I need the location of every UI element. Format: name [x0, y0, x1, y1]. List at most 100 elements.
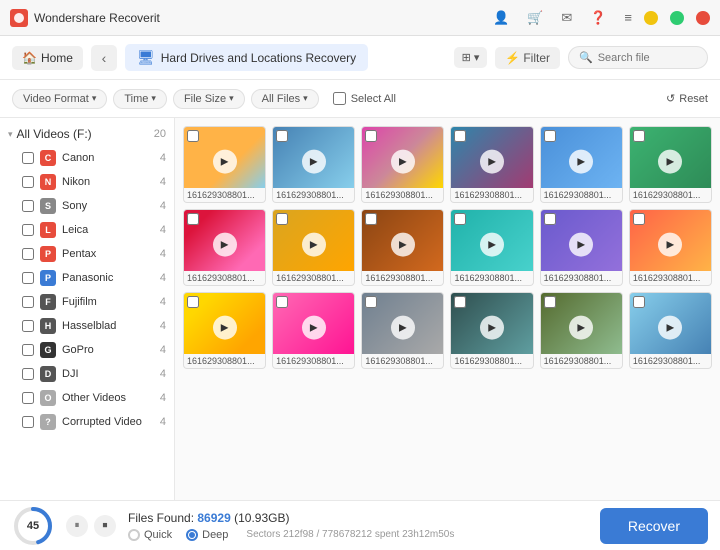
- filter-button[interactable]: ⚡ Filter: [495, 47, 560, 69]
- thumb-checkbox-16[interactable]: [544, 296, 556, 308]
- play-button-2[interactable]: ▶: [391, 150, 415, 174]
- sidebar-checkbox-3[interactable]: [22, 224, 34, 236]
- deep-scan-mode[interactable]: Deep: [186, 529, 228, 541]
- video-thumbnail[interactable]: ▶ 161629308801...: [272, 292, 355, 369]
- play-button-17[interactable]: ▶: [658, 316, 682, 340]
- thumb-checkbox-9[interactable]: [454, 213, 466, 225]
- thumb-checkbox-8[interactable]: [365, 213, 377, 225]
- cart-icon[interactable]: 🛒: [527, 10, 543, 26]
- sidebar-checkbox-4[interactable]: [22, 248, 34, 260]
- video-thumbnail[interactable]: ▶ 161629308801...: [629, 126, 712, 203]
- play-button-8[interactable]: ▶: [391, 233, 415, 257]
- home-button[interactable]: 🏠 Home: [12, 46, 83, 70]
- sidebar-item-fujifilm[interactable]: F Fujifilm 4: [0, 290, 174, 314]
- video-thumbnail[interactable]: ▶ 161629308801...: [183, 209, 266, 286]
- grid-view-toggle[interactable]: ⊞ ▾: [454, 47, 488, 68]
- thumb-checkbox-3[interactable]: [454, 130, 466, 142]
- play-button-16[interactable]: ▶: [569, 316, 593, 340]
- thumb-checkbox-12[interactable]: [187, 296, 199, 308]
- play-button-13[interactable]: ▶: [302, 316, 326, 340]
- select-all-checkbox[interactable]: [333, 92, 346, 105]
- sidebar-checkbox-7[interactable]: [22, 320, 34, 332]
- stop-button[interactable]: ⏹: [94, 515, 116, 537]
- help-icon[interactable]: ❓: [590, 10, 606, 26]
- sidebar-checkbox-1[interactable]: [22, 176, 34, 188]
- thumb-checkbox-2[interactable]: [365, 130, 377, 142]
- play-button-3[interactable]: ▶: [480, 150, 504, 174]
- maximize-button[interactable]: [670, 11, 684, 25]
- sidebar-root[interactable]: ▾ All Videos (F:) 20: [0, 122, 174, 146]
- thumb-checkbox-17[interactable]: [633, 296, 645, 308]
- video-thumbnail[interactable]: ▶ 161629308801...: [361, 126, 444, 203]
- select-all-checkbox-row[interactable]: Select All: [333, 92, 396, 105]
- recover-button[interactable]: Recover: [600, 508, 708, 544]
- play-button-12[interactable]: ▶: [213, 316, 237, 340]
- video-thumbnail[interactable]: ▶ 161629308801...: [272, 126, 355, 203]
- thumb-checkbox-1[interactable]: [276, 130, 288, 142]
- video-thumbnail[interactable]: ▶ 161629308801...: [450, 126, 533, 203]
- mail-icon[interactable]: ✉: [561, 10, 572, 26]
- video-format-filter[interactable]: Video Format ▾: [12, 89, 107, 109]
- video-thumbnail[interactable]: ▶ 161629308801...: [540, 292, 623, 369]
- video-thumbnail[interactable]: ▶ 161629308801...: [540, 126, 623, 203]
- video-thumbnail[interactable]: ▶ 161629308801...: [361, 292, 444, 369]
- video-thumbnail[interactable]: ▶ 161629308801...: [272, 209, 355, 286]
- file-size-filter[interactable]: File Size ▾: [173, 89, 245, 109]
- sidebar-checkbox-6[interactable]: [22, 296, 34, 308]
- sidebar-checkbox-0[interactable]: [22, 152, 34, 164]
- play-button-1[interactable]: ▶: [302, 150, 326, 174]
- quick-scan-mode[interactable]: Quick: [128, 529, 172, 541]
- sidebar-item-hasselblad[interactable]: H Hasselblad 4: [0, 314, 174, 338]
- video-thumbnail[interactable]: ▶ 161629308801...: [629, 292, 712, 369]
- video-thumbnail[interactable]: ▶ 161629308801...: [183, 292, 266, 369]
- sidebar-item-gopro[interactable]: G GoPro 4: [0, 338, 174, 362]
- sidebar-checkbox-5[interactable]: [22, 272, 34, 284]
- minimize-button[interactable]: [644, 11, 658, 25]
- all-files-filter[interactable]: All Files ▾: [251, 89, 319, 109]
- sidebar-item-canon[interactable]: C Canon 4: [0, 146, 174, 170]
- sidebar-item-sony[interactable]: S Sony 4: [0, 194, 174, 218]
- thumb-checkbox-5[interactable]: [633, 130, 645, 142]
- thumb-checkbox-11[interactable]: [633, 213, 645, 225]
- close-button[interactable]: [696, 11, 710, 25]
- play-button-9[interactable]: ▶: [480, 233, 504, 257]
- back-button[interactable]: ‹: [91, 45, 117, 71]
- thumb-checkbox-10[interactable]: [544, 213, 556, 225]
- time-filter[interactable]: Time ▾: [113, 89, 167, 109]
- reset-button[interactable]: ↺ Reset: [666, 92, 708, 105]
- sidebar-item-leica[interactable]: L Leica 4: [0, 218, 174, 242]
- play-button-6[interactable]: ▶: [213, 233, 237, 257]
- play-button-14[interactable]: ▶: [391, 316, 415, 340]
- video-thumbnail[interactable]: ▶ 161629308801...: [450, 209, 533, 286]
- play-button-15[interactable]: ▶: [480, 316, 504, 340]
- sidebar-item-pentax[interactable]: P Pentax 4: [0, 242, 174, 266]
- thumb-checkbox-15[interactable]: [454, 296, 466, 308]
- video-thumbnail[interactable]: ▶ 161629308801...: [183, 126, 266, 203]
- play-button-7[interactable]: ▶: [302, 233, 326, 257]
- thumb-checkbox-4[interactable]: [544, 130, 556, 142]
- sidebar-item-other-videos[interactable]: O Other Videos 4: [0, 386, 174, 410]
- user-icon[interactable]: 👤: [493, 10, 509, 26]
- search-input[interactable]: [598, 52, 697, 64]
- sidebar-checkbox-8[interactable]: [22, 344, 34, 356]
- pause-button[interactable]: ⏸: [66, 515, 88, 537]
- sidebar-item-dji[interactable]: D DJI 4: [0, 362, 174, 386]
- sidebar-checkbox-10[interactable]: [22, 392, 34, 404]
- play-button-4[interactable]: ▶: [569, 150, 593, 174]
- sidebar-checkbox-11[interactable]: [22, 416, 34, 428]
- video-thumbnail[interactable]: ▶ 161629308801...: [361, 209, 444, 286]
- video-thumbnail[interactable]: ▶ 161629308801...: [450, 292, 533, 369]
- play-button-10[interactable]: ▶: [569, 233, 593, 257]
- play-button-11[interactable]: ▶: [658, 233, 682, 257]
- menu-icon[interactable]: ≡: [624, 10, 632, 25]
- sidebar-checkbox-9[interactable]: [22, 368, 34, 380]
- thumb-checkbox-7[interactable]: [276, 213, 288, 225]
- sidebar-checkbox-2[interactable]: [22, 200, 34, 212]
- sidebar-item-nikon[interactable]: N Nikon 4: [0, 170, 174, 194]
- video-thumbnail[interactable]: ▶ 161629308801...: [629, 209, 712, 286]
- thumb-checkbox-0[interactable]: [187, 130, 199, 142]
- thumb-checkbox-6[interactable]: [187, 213, 199, 225]
- thumb-checkbox-14[interactable]: [365, 296, 377, 308]
- video-thumbnail[interactable]: ▶ 161629308801...: [540, 209, 623, 286]
- sidebar-item-panasonic[interactable]: P Panasonic 4: [0, 266, 174, 290]
